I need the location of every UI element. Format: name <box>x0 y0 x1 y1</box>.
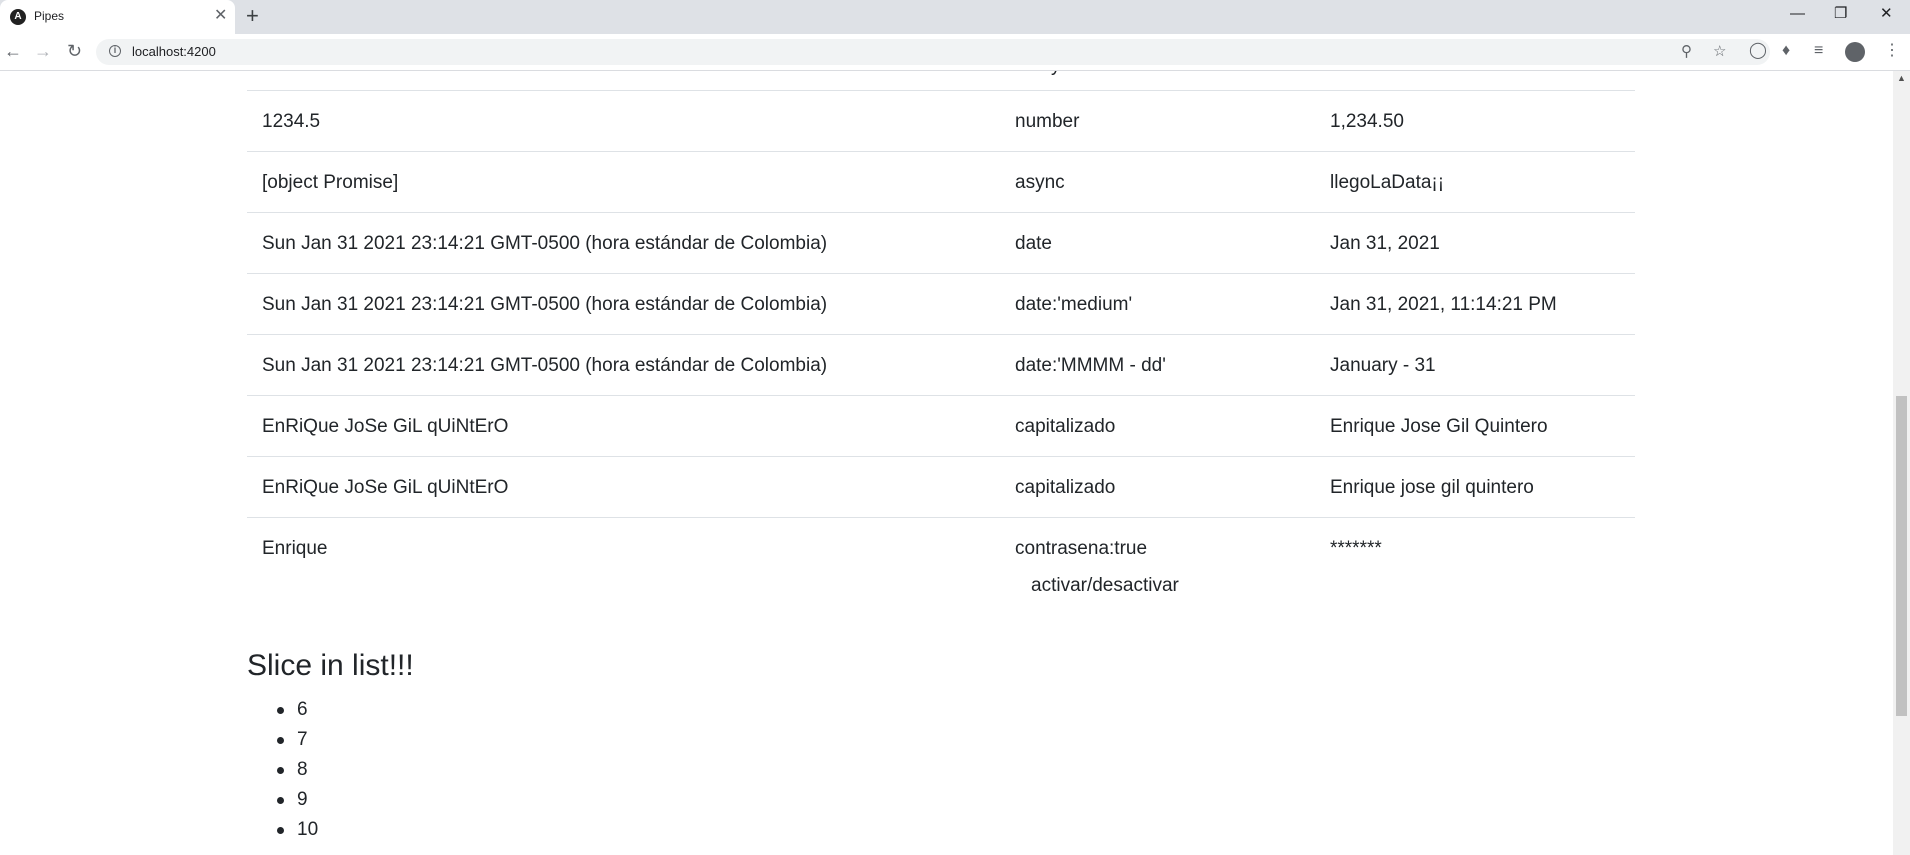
result-cell: Enrique Jose Gil Quintero <box>1330 416 1548 437</box>
result-cell: llegoLaData¡¡ <box>1330 172 1445 193</box>
pipe-cell: date <box>1015 233 1052 254</box>
slice-list: 6 7 8 9 10 <box>247 695 318 845</box>
zoom-icon[interactable]: ⚲ <box>1681 43 1692 61</box>
site-info-icon[interactable]: i <box>109 45 121 57</box>
tab-title: Pipes <box>34 9 65 23</box>
scroll-up-arrow-icon[interactable]: ▲ <box>1897 73 1906 83</box>
table-row: EnRiQue JoSe GiL qUiNtErO capitalizado E… <box>247 395 1635 456</box>
kebab-menu-icon[interactable]: ⋮ <box>1884 41 1900 61</box>
list-item: 9 <box>276 785 318 815</box>
value-cell: 1234.5 <box>262 111 321 132</box>
result-cell: 1,234.50 <box>1330 111 1404 132</box>
pipe-cell: contrasena:true <box>1015 538 1148 559</box>
table-row: Enrique contrasena:true ******* activar/… <box>247 517 1635 616</box>
value-cell: Sun Jan 31 2021 23:14:21 GMT-0500 (hora … <box>262 233 828 254</box>
pipe-cell: async <box>1015 172 1065 193</box>
new-tab-icon[interactable]: + <box>246 4 259 28</box>
browser-tab[interactable]: A Pipes ✕ <box>0 0 235 34</box>
pipe-cell: capitalizado <box>1015 416 1116 437</box>
value-cell: Enrique <box>262 538 328 559</box>
table-row: Sun Jan 31 2021 23:14:21 GMT-0500 (hora … <box>247 212 1635 273</box>
list-item: 10 <box>276 815 318 845</box>
address-bar[interactable]: i localhost:4200 ⚲ ☆ <box>96 39 1770 65</box>
table-row: 1234.5 number 1,234.50 <box>247 90 1635 151</box>
scrollbar-thumb[interactable] <box>1896 396 1907 716</box>
close-tab-icon[interactable]: ✕ <box>214 7 227 25</box>
result-cell: January - 31 <box>1330 355 1436 376</box>
list-item: 6 <box>276 695 318 725</box>
value-cell: EnRiQue JoSe GiL qUiNtErO <box>262 416 509 437</box>
page-scrollbar[interactable]: ▲ <box>1893 71 1910 855</box>
value-cell: Sun Jan 31 2021 23:14:21 GMT-0500 (hora … <box>262 355 828 376</box>
result-cell: Enrique jose gil quintero <box>1330 477 1534 498</box>
page-content: y 1234.5 number 1,234.50 [object Promise… <box>0 71 1893 855</box>
table-row: EnRiQue JoSe GiL qUiNtErO capitalizado E… <box>247 456 1635 517</box>
profile-avatar-icon[interactable] <box>1845 42 1865 62</box>
reload-icon[interactable]: ↻ <box>67 41 82 61</box>
slice-section-title: Slice in list!!! <box>247 649 414 682</box>
password-result-cell: ******* <box>1330 538 1382 559</box>
list-item: 7 <box>276 725 318 755</box>
table-row: Sun Jan 31 2021 23:14:21 GMT-0500 (hora … <box>247 334 1635 395</box>
list-item: 8 <box>276 755 318 785</box>
pipes-table: 1234.5 number 1,234.50 [object Promise] … <box>247 90 1635 616</box>
tab-strip: A Pipes ✕ + — ❐ ✕ <box>0 0 1910 34</box>
browser-toolbar: ← → ↻ i localhost:4200 ⚲ ☆ ◯ ♦ ≡ ⋮ <box>0 34 1910 71</box>
table-row: [object Promise] async llegoLaData¡¡ <box>247 151 1635 212</box>
back-icon[interactable]: ← <box>4 41 22 61</box>
result-cell: Jan 31, 2021 <box>1330 233 1440 254</box>
extension-icon[interactable]: ◯ <box>1749 41 1767 61</box>
forward-icon[interactable]: → <box>34 41 52 61</box>
table-row: Sun Jan 31 2021 23:14:21 GMT-0500 (hora … <box>247 273 1635 334</box>
minimize-icon[interactable]: — <box>1790 4 1805 24</box>
result-cell: Jan 31, 2021, 11:14:21 PM <box>1330 294 1557 315</box>
angular-favicon-icon: A <box>10 9 26 25</box>
pipe-cell: date:'MMMM - dd' <box>1015 355 1166 376</box>
toggle-password-button[interactable]: activar/desactivar <box>1015 575 1195 597</box>
url-text[interactable]: localhost:4200 <box>132 44 216 59</box>
value-cell: Sun Jan 31 2021 23:14:21 GMT-0500 (hora … <box>262 294 828 315</box>
partial-header-text: y <box>1051 71 1061 77</box>
pipe-cell: capitalizado <box>1015 477 1116 498</box>
puzzle-icon[interactable]: ♦ <box>1782 41 1790 61</box>
pipe-cell: date:'medium' <box>1015 294 1133 315</box>
reading-list-icon[interactable]: ≡ <box>1814 41 1823 61</box>
pipe-cell: number <box>1015 111 1080 132</box>
close-window-icon[interactable]: ✕ <box>1880 4 1893 24</box>
bookmark-star-icon[interactable]: ☆ <box>1713 43 1726 61</box>
value-cell: [object Promise] <box>262 172 399 193</box>
restore-icon[interactable]: ❐ <box>1834 4 1847 24</box>
value-cell: EnRiQue JoSe GiL qUiNtErO <box>262 477 509 498</box>
